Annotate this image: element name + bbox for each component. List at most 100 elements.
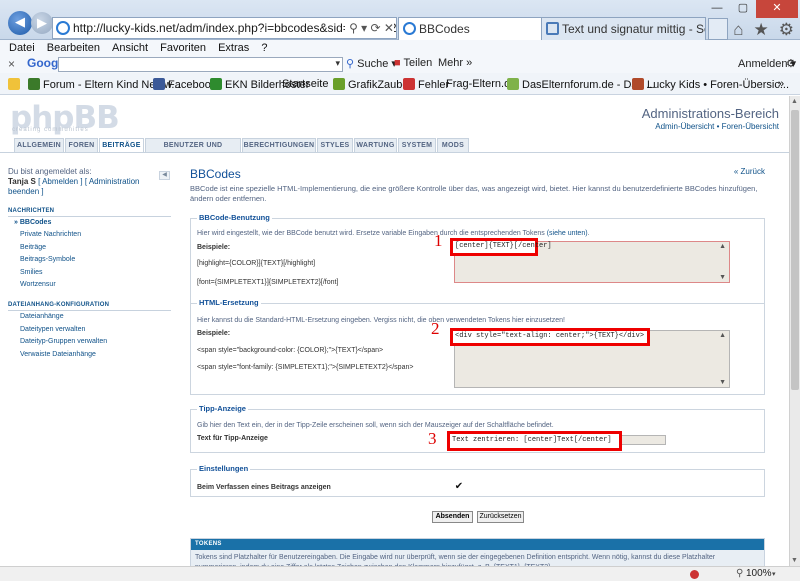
scrollbar-thumb[interactable] (791, 110, 799, 390)
back-button[interactable]: ◀ (8, 11, 32, 35)
menu-datei[interactable]: Datei (9, 40, 35, 56)
display-on-posting-checkbox[interactable]: ✔ (454, 482, 464, 492)
home-icon[interactable]: ⌂ (733, 20, 743, 40)
tab-mods[interactable]: MODS (437, 138, 469, 152)
zoom-level[interactable]: 100% (746, 568, 772, 579)
fav-item[interactable]: Lucky Kids • Foren-Übersic... (632, 78, 789, 91)
share-icon: ■ (394, 57, 401, 69)
sidebar-item-beitrags-symbole[interactable]: Beitrags-Symbole (8, 254, 171, 266)
scroll-down-icon[interactable]: ▼ (719, 274, 726, 281)
favorites-star-icon[interactable]: ★ (754, 20, 769, 40)
acp-tabs: ALLGEMEIN FOREN BEITRÄGE BENUTZER UND GR… (0, 137, 789, 162)
page-scrollbar[interactable]: ▲ ▼ (789, 96, 800, 566)
fieldset-settings: Einstellungen Beim Verfassen eines Beitr… (190, 464, 765, 497)
tab-benutzer[interactable]: BENUTZER UND GRUPPEN (145, 138, 241, 162)
html-replacement-value: <div style="text-align: center;">{TEXT}<… (455, 332, 645, 340)
sidebar-item-dateityp-gruppen[interactable]: Dateityp-Gruppen verwalten (8, 336, 171, 348)
fav-item[interactable]: Frag-Eltern.de (446, 78, 516, 90)
scroll-down-icon[interactable]: ▼ (719, 379, 726, 386)
sidebar-item-wortzensur[interactable]: Wortzensur (8, 279, 171, 291)
collapse-sidebar-button[interactable]: ◀ (159, 171, 170, 180)
tab-foren[interactable]: FOREN (65, 138, 98, 152)
chevron-down-icon[interactable]: ▾ (772, 570, 776, 578)
tab-styles[interactable]: STYLES (317, 138, 353, 152)
share-label: Teilen (403, 57, 433, 69)
tab-system[interactable]: SYSTEM (398, 138, 436, 152)
search-button[interactable]: ⚲ Suche ▾ (346, 57, 397, 70)
more-button[interactable]: Mehr » (438, 57, 472, 69)
sidebar-item-bbcodes[interactable]: » BBCodes (8, 217, 171, 229)
maximize-button[interactable]: ▢ (730, 0, 756, 18)
tab-bbcodes[interactable]: BBCodes ✕ (398, 17, 558, 40)
close-icon[interactable]: × (8, 57, 15, 71)
ie-icon (403, 22, 416, 35)
menu-favoriten[interactable]: Favoriten (160, 40, 206, 56)
tab-label: BBCodes (419, 22, 470, 36)
back-link[interactable]: « Zurück (734, 167, 765, 176)
tab-allgemein[interactable]: ALLGEMEIN (14, 138, 64, 152)
sidebar-item-smilies[interactable]: Smilies (8, 267, 171, 279)
tip-label: Text für Tipp-Anzeige (197, 435, 268, 442)
legend-html-replacement: HTML-Ersetzung (197, 298, 261, 307)
chevron-down-icon[interactable]: ▾ (335, 58, 340, 69)
window-close-button[interactable]: ✕ (756, 0, 798, 18)
see-below-link[interactable]: (siehe unten) (547, 230, 588, 237)
star-icon (8, 78, 20, 90)
tokens-description: Tokens sind Platzhalter für Benutzereing… (195, 554, 716, 566)
fav-item[interactable]: Startseite (282, 78, 328, 90)
scroll-down-icon[interactable]: ▼ (791, 557, 798, 564)
fav-item[interactable]: GrafikZauber (333, 78, 412, 91)
fav-overflow[interactable]: » (778, 78, 784, 90)
address-tools[interactable]: ⚲ ▾ ⟳ ✕ (345, 18, 394, 38)
acp-header: phpBB creating communities Administratio… (0, 96, 789, 138)
search-icon: ⚲ (346, 58, 355, 70)
sidebar-item-beitraege[interactable]: Beiträge (8, 242, 171, 254)
sidebar-item-verwaiste[interactable]: Verwaiste Dateianhänge (8, 349, 171, 361)
fav-item[interactable]: Fehler (403, 78, 449, 91)
gear-icon[interactable]: ⚙ (779, 20, 794, 40)
wrench-icon[interactable]: ⚙ (786, 57, 796, 70)
submit-button[interactable]: Absenden (432, 511, 473, 523)
scroll-up-icon[interactable]: ▲ (791, 98, 798, 105)
menu-bearbeiten[interactable]: Bearbeiten (47, 40, 100, 56)
example-line: [highlight={COLOR}]{TEXT}[/highlight] (197, 260, 316, 267)
favorites-add-icon[interactable] (8, 78, 23, 91)
header-links[interactable]: Admin-Übersicht • Foren-Übersicht (655, 122, 779, 131)
menu-help[interactable]: ? (261, 40, 267, 56)
tab-label: Text und signatur mittig - Seite... (562, 22, 705, 36)
tab-signature[interactable]: Text und signatur mittig - Seite... (541, 17, 706, 40)
site-icon (632, 78, 644, 90)
new-tab-button[interactable] (708, 18, 728, 40)
main-panel: BBCodes « Zurück BBCode ist eine speziel… (190, 167, 767, 204)
logout-link[interactable]: [ Abmelden ] (38, 177, 82, 186)
fav-item[interactable]: Facebook (153, 78, 216, 91)
tab-berechtigungen[interactable]: BERECHTIGUNGEN (242, 138, 316, 152)
tab-wartung[interactable]: WARTUNG (354, 138, 397, 152)
menu-extras[interactable]: Extras (218, 40, 249, 56)
menu-ansicht[interactable]: Ansicht (112, 40, 148, 56)
google-search-input[interactable]: ▾ (58, 57, 343, 72)
sidebar-item-dateitypen[interactable]: Dateitypen verwalten (8, 324, 171, 336)
tab-beitraege[interactable]: BEITRÄGE (99, 138, 144, 153)
scroll-up-icon[interactable]: ▲ (719, 332, 726, 339)
reset-button[interactable]: Zurücksetzen (477, 511, 524, 523)
sidebar-section-dateianhang: DATEIANHANG-KONFIGURATION (8, 302, 171, 312)
google-toolbar: × Google ▾ ⚲ Suche ▾ ■ Teilen Mehr » Anm… (0, 56, 800, 73)
security-icon[interactable] (690, 570, 699, 579)
sidebar-item-dateianhaenge[interactable]: Dateianhänge (8, 311, 171, 323)
minimize-button[interactable]: — (704, 0, 730, 18)
username[interactable]: Tanja S (8, 177, 36, 186)
address-bar[interactable]: http://lucky-kids.net/adm/index.php?i=bb… (52, 17, 397, 39)
page-title: Administrations-Bereich (641, 106, 779, 121)
bbcode-usage-value: [center]{TEXT}[/center] (455, 242, 552, 250)
scroll-up-icon[interactable]: ▲ (719, 243, 726, 250)
forward-button[interactable]: ▶ (31, 12, 53, 34)
signin-label: Anmelden (738, 58, 788, 70)
annotation-2: 2 (431, 319, 440, 338)
tokens-panel: TOKENS Tokens sind Platzhalter für Benut… (190, 538, 765, 566)
sidebar-item-private-nachrichten[interactable]: Private Nachrichten (8, 229, 171, 241)
status-bar: ⚲ 100% ▾ (0, 566, 800, 581)
share-button[interactable]: ■ Teilen (394, 57, 432, 69)
menu-bar: Datei Bearbeiten Ansicht Favoriten Extra… (0, 40, 800, 56)
browser-titlebar: ◀ ▶ http://lucky-kids.net/adm/index.php?… (0, 0, 800, 40)
